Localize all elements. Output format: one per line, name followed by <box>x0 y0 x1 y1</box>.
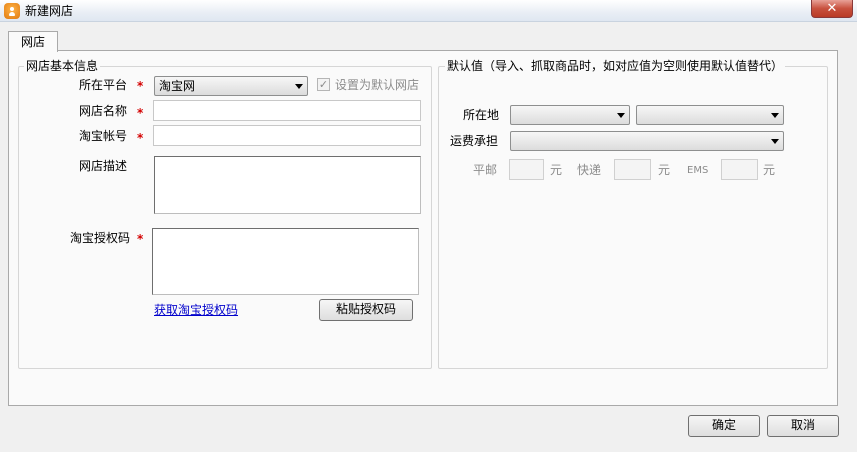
get-auth-code-link[interactable]: 获取淘宝授权码 <box>154 302 238 318</box>
express-unit: 元 <box>658 163 671 177</box>
basic-info-group-title: 网店基本信息 <box>24 59 101 73</box>
platform-select-value: 淘宝网 <box>159 79 196 93</box>
cancel-button[interactable]: 取消 <box>767 415 839 437</box>
close-icon: ✕ <box>826 1 838 16</box>
shop-account-required-mark: * <box>137 131 144 145</box>
defaults-group-title: 默认值（导入、抓取商品时，如对应值为空则使用默认值替代） <box>445 59 786 73</box>
close-button[interactable]: ✕ <box>811 0 853 18</box>
chevron-down-icon <box>617 113 625 118</box>
shop-icon <box>4 3 20 19</box>
ems-input[interactable] <box>721 159 758 180</box>
province-select[interactable] <box>510 105 630 125</box>
platform-select[interactable]: 淘宝网 <box>154 76 308 96</box>
express-input[interactable] <box>614 159 651 180</box>
chevron-down-icon <box>771 113 779 118</box>
shop-name-required-mark: * <box>137 106 144 120</box>
auth-code-required-mark: * <box>137 232 144 246</box>
platform-label: 所在平台 <box>79 78 128 92</box>
freight-label: 运费承担 <box>450 134 499 148</box>
location-label: 所在地 <box>463 108 500 122</box>
shop-desc-label: 网店描述 <box>79 159 128 173</box>
chevron-down-icon <box>771 139 779 144</box>
auth-code-textarea[interactable] <box>152 228 419 295</box>
regular-mail-unit: 元 <box>550 163 563 177</box>
shop-desc-textarea[interactable] <box>154 156 421 214</box>
auth-code-label: 淘宝授权码 <box>70 231 131 245</box>
title-bar <box>0 0 857 22</box>
regular-mail-input[interactable] <box>509 159 544 180</box>
ems-unit: 元 <box>763 163 776 177</box>
express-label: 快递 <box>577 163 602 177</box>
regular-mail-label: 平邮 <box>473 163 498 177</box>
shop-account-input[interactable] <box>153 125 421 146</box>
freight-select[interactable] <box>510 131 784 151</box>
ok-button[interactable]: 确定 <box>688 415 760 437</box>
ems-label: EMS <box>687 165 709 176</box>
shop-account-label: 淘宝帐号 <box>79 129 128 143</box>
city-select[interactable] <box>636 105 784 125</box>
shop-name-label: 网店名称 <box>79 104 128 118</box>
checkmark-icon: ✓ <box>318 78 329 91</box>
platform-required-mark: * <box>137 79 144 93</box>
set-default-checkbox[interactable]: ✓ <box>317 78 330 91</box>
tab-shop[interactable]: 网店 <box>8 31 58 52</box>
set-default-label: 设置为默认网店 <box>335 78 420 92</box>
window-title: 新建网店 <box>25 4 74 18</box>
chevron-down-icon <box>295 84 303 89</box>
shop-name-input[interactable] <box>153 100 421 121</box>
paste-auth-code-button[interactable]: 粘贴授权码 <box>319 299 413 321</box>
